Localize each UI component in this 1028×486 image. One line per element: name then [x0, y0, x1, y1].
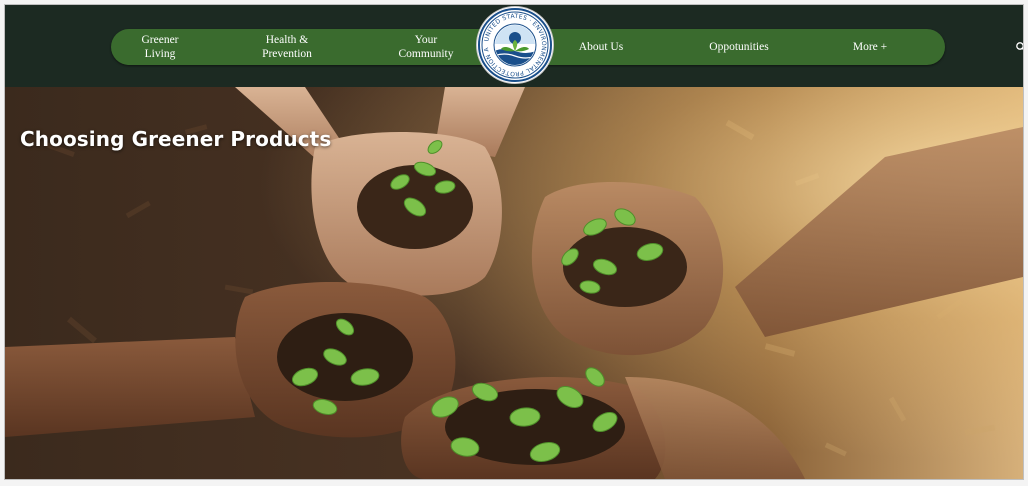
page-title: Choosing Greener Products [20, 127, 332, 151]
epa-seal-logo[interactable]: UNITED STATES · ENVIRONMENTAL PROTECTION… [477, 7, 553, 83]
page-frame: Greener Living Health & Prevention Your … [4, 4, 1024, 480]
site-header: Greener Living Health & Prevention Your … [5, 5, 1023, 87]
nav-item-greener-living[interactable]: Greener Living [119, 29, 201, 65]
nav-item-more[interactable]: More + [837, 29, 903, 65]
nav-item-health-prevention[interactable]: Health & Prevention [243, 29, 331, 65]
epa-seal-icon: UNITED STATES · ENVIRONMENTAL PROTECTION… [477, 7, 552, 82]
nav-item-about-us[interactable]: About Us [561, 29, 641, 65]
hero-banner: Choosing Greener Products [5, 87, 1023, 479]
search-icon[interactable] [1011, 37, 1023, 57]
nav-item-opportunities[interactable]: Oppotunities [689, 29, 789, 65]
nav-item-your-community[interactable]: Your Community [383, 29, 469, 65]
